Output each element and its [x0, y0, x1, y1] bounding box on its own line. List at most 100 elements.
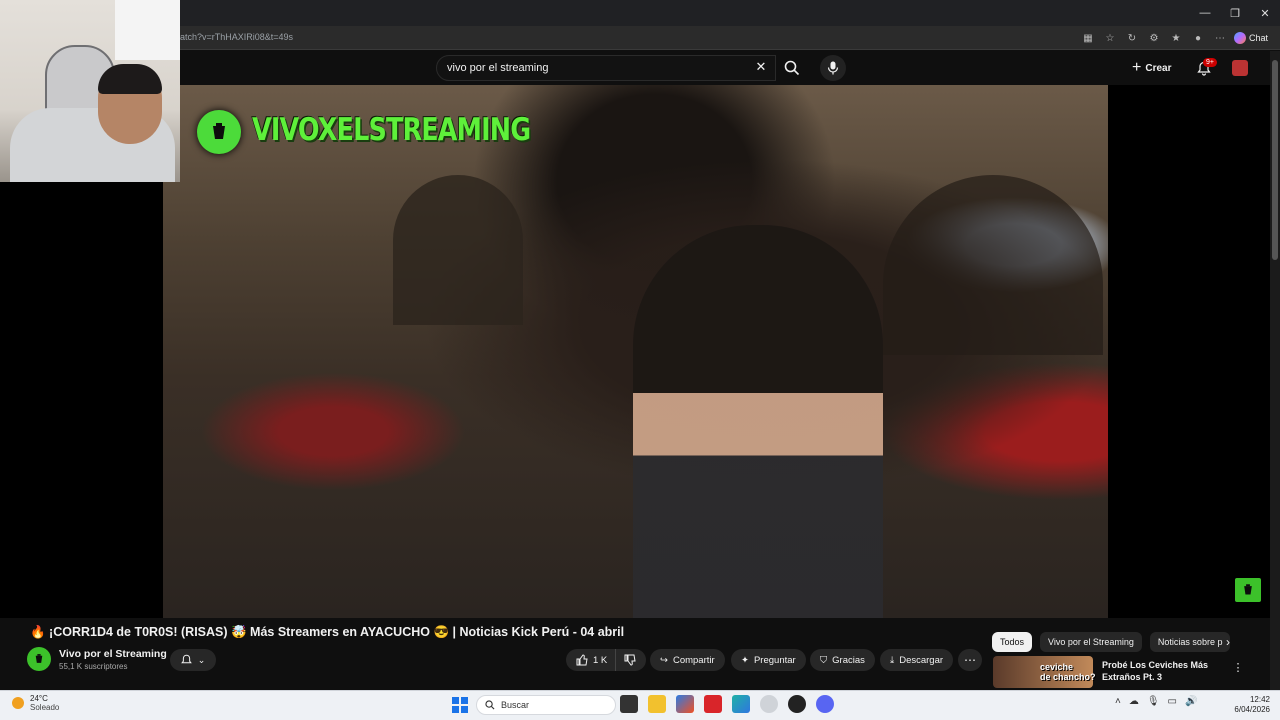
scrollbar-thumb[interactable] [1272, 60, 1278, 260]
settings-app-icon[interactable] [760, 695, 778, 713]
thanks-button[interactable]: ⛉ Gracias [810, 649, 875, 671]
chevron-right-icon[interactable]: › [1220, 634, 1236, 650]
webcam-overlay [0, 0, 180, 182]
clock-time: 12:42 [1249, 695, 1270, 704]
maximize-button[interactable]: ❐ [1220, 0, 1250, 26]
clear-search-icon[interactable]: ✕ [752, 58, 770, 76]
weather-widget[interactable]: 24°C Soleado [12, 694, 59, 712]
create-label: Crear [1145, 62, 1172, 74]
download-icon: ⤓ [890, 654, 895, 666]
system-tray: ˄ ☁ 🎙 ▭ 🔊 [1115, 696, 1197, 707]
thumbnail-text-line: de chancho? [1040, 672, 1096, 682]
weather-condition: Soleado [30, 703, 60, 712]
subscription-bell-button[interactable]: ⌄ [170, 649, 216, 671]
microphone-icon [827, 61, 839, 75]
recommendation-title[interactable]: Probé Los Ceviches Más Extraños Pt. 3 [1102, 659, 1222, 683]
channel-logo-icon [35, 654, 43, 663]
favorite-star-icon[interactable]: ☆ [1102, 30, 1118, 46]
ask-label: Preguntar [753, 654, 796, 666]
sparkle-icon: ✦ [741, 654, 749, 666]
like-dislike-group: 1 K [566, 649, 647, 671]
ask-button[interactable]: ✦ Preguntar [731, 649, 806, 671]
taskbar-search[interactable]: Buscar [476, 695, 616, 715]
like-button[interactable]: 1 K [566, 649, 617, 671]
refresh-icon[interactable]: ↻ [1124, 30, 1140, 46]
share-label: Compartir [672, 654, 715, 666]
video-title: 🔥 ¡CORR1D4 de T0R0S! (RISAS) 🤯 Más Strea… [30, 625, 625, 639]
browser-titlebar [0, 0, 1280, 26]
plus-icon: + [1132, 59, 1142, 76]
chat-label: Chat [1249, 33, 1269, 43]
search-input[interactable]: vivo por el streaming [436, 55, 776, 81]
create-button[interactable]: + Crear [1132, 58, 1171, 78]
temperature: 24°C [30, 694, 48, 703]
more-actions-button[interactable]: ⋯ [958, 649, 982, 671]
copilot-app-icon[interactable] [676, 695, 694, 713]
background-arch [393, 175, 523, 325]
taskbar-apps [620, 695, 834, 713]
copilot-icon [1234, 32, 1246, 44]
office-icon[interactable] [704, 695, 722, 713]
display-icon[interactable]: ▭ [1168, 696, 1177, 707]
extensions-icon[interactable]: ⚙ [1146, 30, 1162, 46]
video-frame[interactable] [163, 85, 1108, 618]
streamer-hair [98, 64, 162, 94]
browser-toolbar-icons: ▦ ☆ ↻ ⚙ ★ ● ⋯ Chat [1080, 28, 1268, 48]
chip-news[interactable]: Noticias sobre p [1149, 632, 1231, 652]
search-icon [485, 700, 495, 710]
filter-chips: Todos Vivo por el Streaming Noticias sob… [992, 632, 1231, 652]
channel-watermark-icon[interactable] [1235, 578, 1261, 602]
taskbar-clock[interactable]: 12:42 6/04/2026 [1232, 695, 1270, 715]
background-arch [883, 175, 1103, 355]
thumbnail-text-line: ceviche [1040, 662, 1074, 672]
share-icon: ↪ [660, 654, 668, 666]
clock-date: 6/04/2026 [1234, 705, 1270, 714]
discord-icon[interactable] [816, 695, 834, 713]
video-watermark-text: VIVOXELSTREAMING [252, 112, 531, 148]
video-subject [633, 225, 883, 618]
minimize-button[interactable]: — [1190, 0, 1220, 26]
channel-logo-icon [197, 110, 241, 154]
apps-icon[interactable]: ▦ [1080, 30, 1096, 46]
search-query: vivo por el streaming [447, 62, 549, 74]
cloud-icon[interactable]: ☁ [1129, 696, 1139, 707]
window-controls: — ❐ ✕ [1190, 0, 1280, 26]
kebab-menu-icon[interactable]: ⋮ [1232, 660, 1244, 674]
thanks-label: Gracias [832, 654, 865, 666]
download-button[interactable]: ⤓ Descargar [880, 649, 954, 671]
chevron-up-icon[interactable]: ˄ [1115, 696, 1121, 707]
thumbs-up-icon [576, 654, 588, 666]
file-explorer-icon[interactable] [648, 695, 666, 713]
more-icon[interactable]: ⋯ [1212, 30, 1228, 46]
bell-icon [180, 654, 192, 664]
share-button[interactable]: ↪ Compartir [650, 649, 725, 671]
account-avatar[interactable] [1232, 60, 1248, 76]
like-count: 1 K [593, 654, 608, 666]
speaker-icon[interactable]: 🔊 [1185, 696, 1197, 707]
chat-button[interactable]: Chat [1234, 32, 1268, 44]
taskbar-search-placeholder: Buscar [501, 700, 530, 710]
channel-avatar[interactable] [27, 647, 51, 671]
url-text[interactable]: atch?v=rThHAXIRi08&t=49s [180, 32, 293, 42]
obs-icon[interactable] [788, 695, 806, 713]
dislike-button[interactable] [616, 649, 646, 671]
task-view-icon[interactable] [620, 695, 638, 713]
chip-all[interactable]: Todos [992, 632, 1033, 652]
search-icon [784, 60, 800, 76]
channel-name[interactable]: Vivo por el Streaming [59, 648, 167, 660]
chip-channel[interactable]: Vivo por el Streaming [1040, 632, 1142, 652]
close-window-button[interactable]: ✕ [1250, 0, 1280, 26]
search-button[interactable] [776, 55, 808, 81]
microphone-icon[interactable]: 🎙 [1147, 696, 1160, 707]
download-label: Descargar [899, 654, 944, 666]
webcam-window-light [115, 0, 180, 60]
edge-browser-icon[interactable] [732, 695, 750, 713]
voice-search-button[interactable] [820, 55, 846, 81]
notification-badge: 9+ [1203, 58, 1217, 67]
windows-start-icon[interactable] [452, 697, 468, 713]
collections-icon[interactable]: ★ [1168, 30, 1184, 46]
super-thanks-icon: ⛉ [820, 654, 828, 666]
profile-icon[interactable]: ● [1190, 30, 1206, 46]
chevron-down-icon: ⌄ [197, 654, 206, 665]
thumbnail-text: ceviche de chancho? [1040, 662, 1096, 682]
